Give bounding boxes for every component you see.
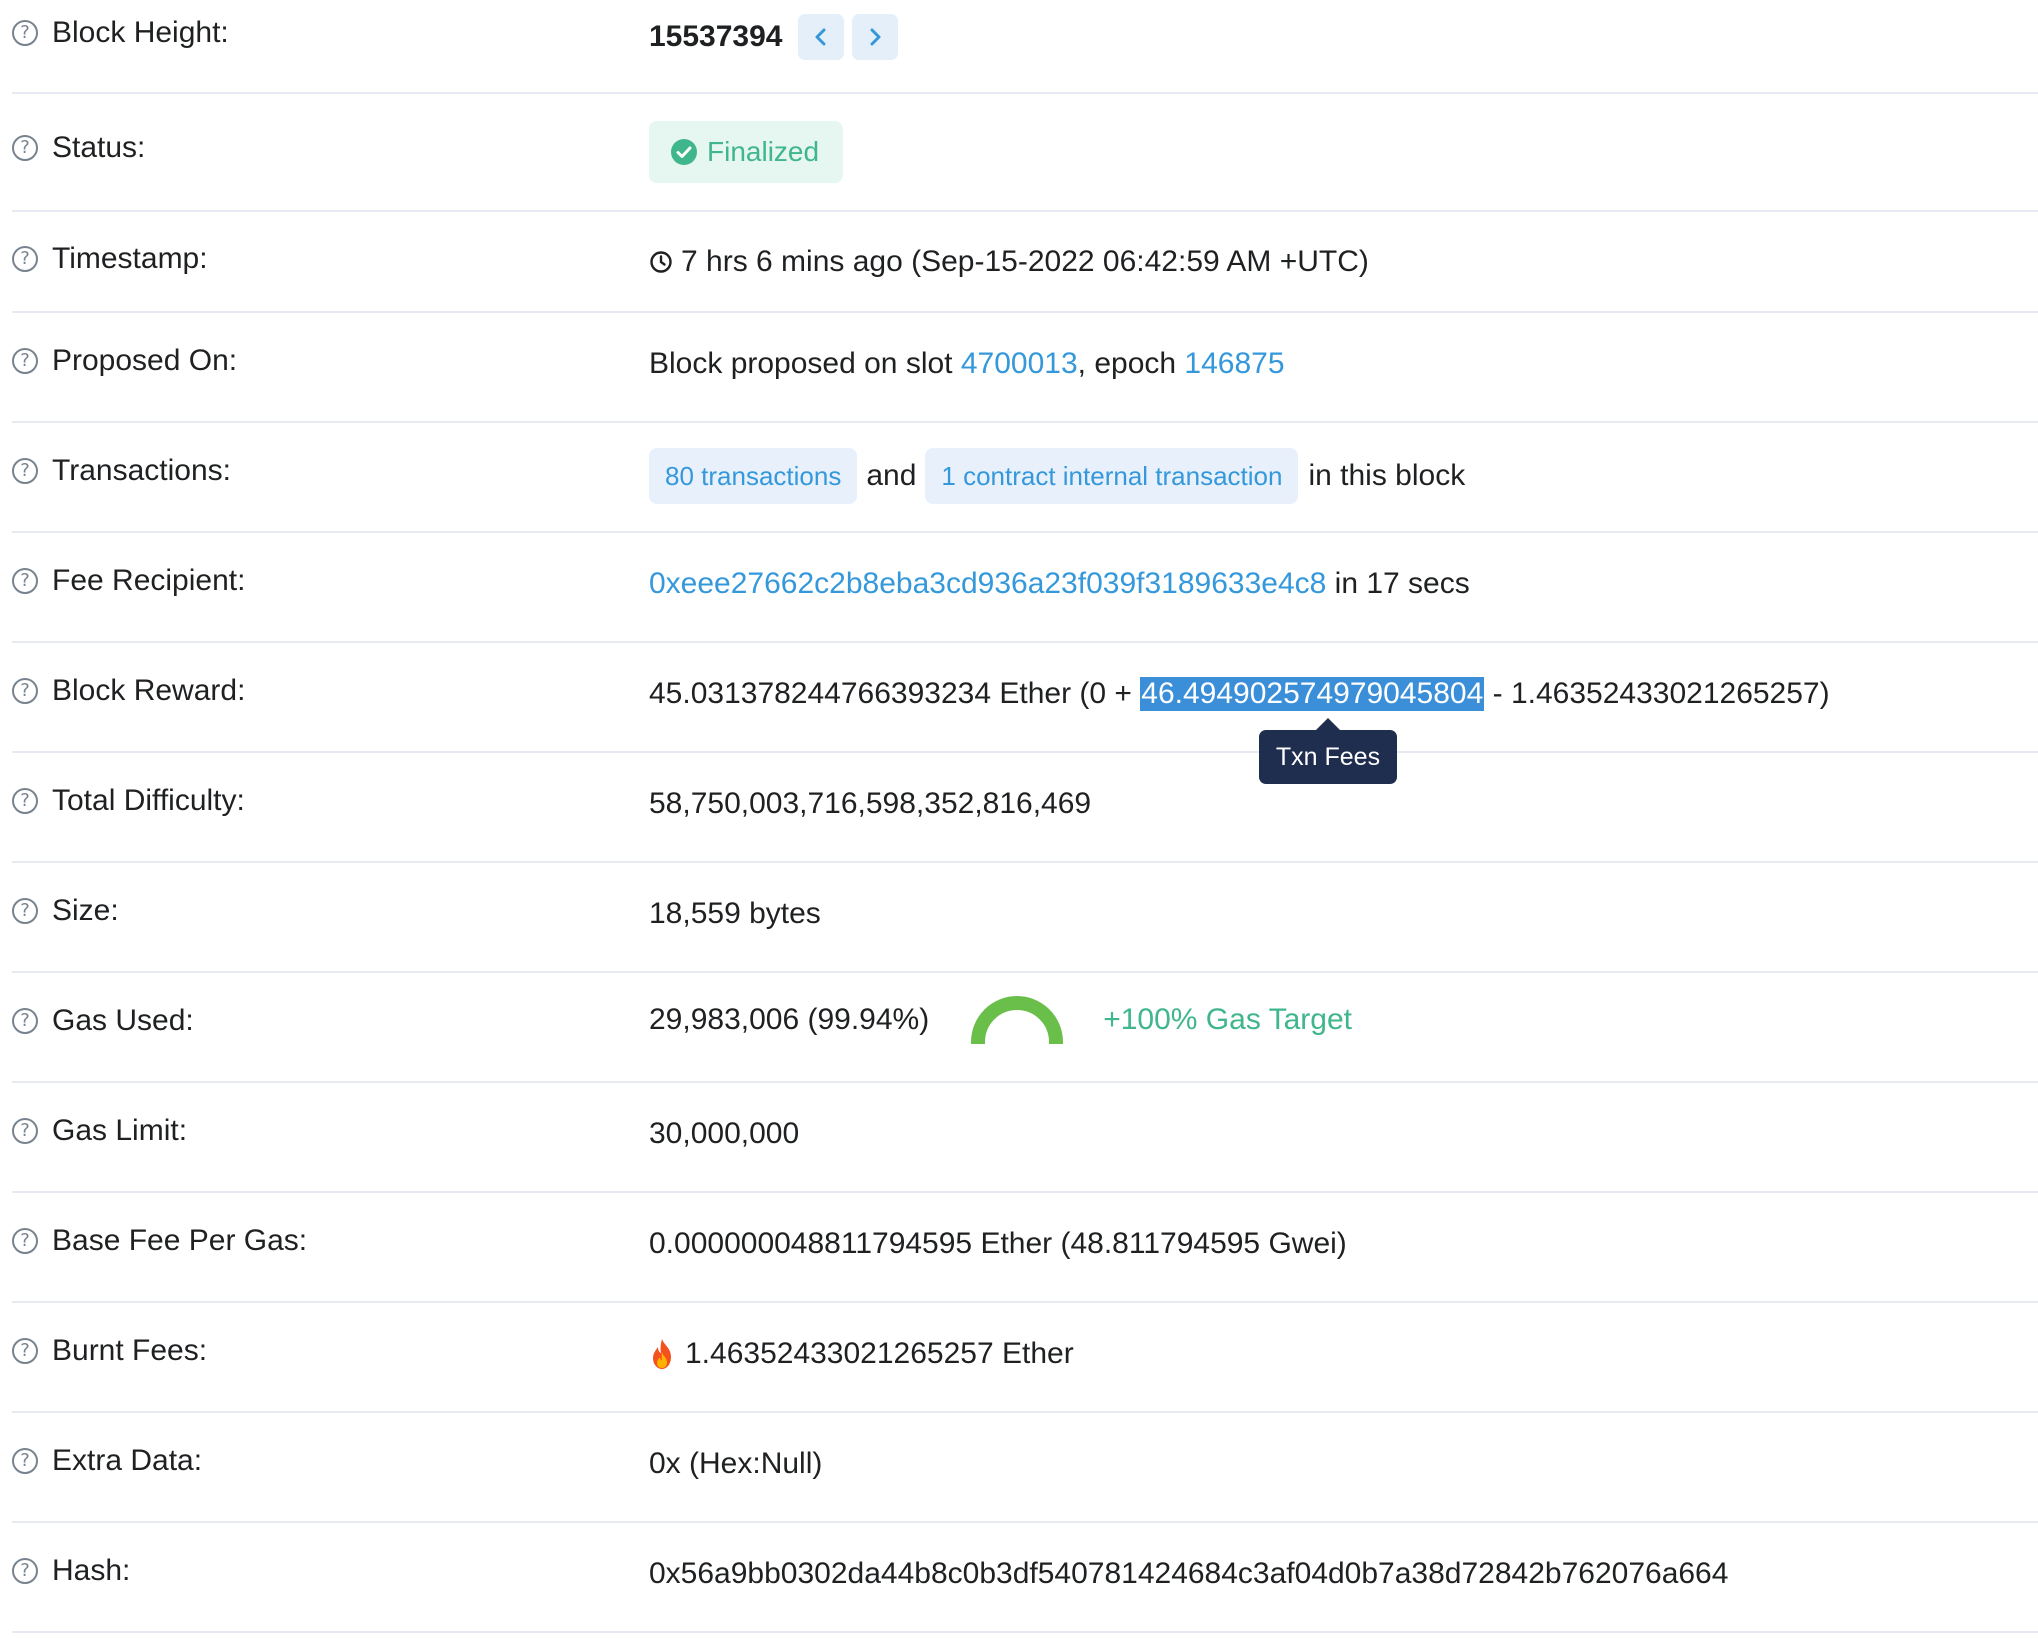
help-icon[interactable]: ?	[12, 1008, 38, 1034]
check-circle-icon	[671, 139, 697, 165]
row-total-difficulty: ? Total Difficulty: 58,750,003,716,598,3…	[12, 751, 2038, 863]
clock-icon	[650, 251, 672, 273]
help-icon[interactable]: ?	[12, 348, 38, 374]
value-extra-data: 0x (Hex:Null)	[649, 1447, 822, 1481]
help-icon[interactable]: ?	[12, 20, 38, 46]
label-timestamp: Timestamp:	[52, 242, 208, 275]
help-icon[interactable]: ?	[12, 678, 38, 704]
fee-recipient-suffix: in 17 secs	[1326, 567, 1470, 600]
value-total-difficulty: 58,750,003,716,598,352,816,469	[649, 787, 1091, 821]
row-block-reward: ? Block Reward: 45.031378244766393234 Et…	[12, 641, 2038, 753]
help-icon[interactable]: ?	[12, 246, 38, 272]
row-status: ? Status: Finalized	[12, 92, 2038, 212]
label-extra-data: Extra Data:	[52, 1444, 203, 1477]
label-status: Status:	[52, 131, 146, 164]
value-timestamp: 7 hrs 6 mins ago (Sep-15-2022 06:42:59 A…	[649, 245, 1369, 279]
help-icon[interactable]: ?	[12, 1228, 38, 1254]
row-burnt-fees: ? Burnt Fees: 1.46352433021265257 Ether	[12, 1301, 2038, 1413]
size-text: 18,559 bytes	[649, 897, 821, 930]
slot-link[interactable]: 4700013	[961, 347, 1078, 381]
label-transactions: Transactions:	[52, 454, 231, 487]
value-size: 18,559 bytes	[649, 897, 821, 931]
label-total-difficulty: Total Difficulty:	[52, 784, 245, 817]
block-reward-prefix: 45.031378244766393234 Ether (0 +	[649, 677, 1141, 710]
txn-fees-value[interactable]: 46.494902574979045804	[1140, 677, 1485, 711]
label-gas-limit: Gas Limit:	[52, 1114, 188, 1147]
burnt-fees-text: 1.46352433021265257 Ether	[685, 1337, 1074, 1370]
value-hash: 0x56a9bb0302da44b8c0b3df540781424684c3af…	[649, 1557, 1728, 1591]
label-block-reward: Block Reward:	[52, 674, 246, 707]
transactions-and: and	[866, 459, 917, 492]
value-burnt-fees: 1.46352433021265257 Ether	[649, 1337, 1074, 1371]
gas-target-text: +100% Gas Target	[1103, 1003, 1352, 1036]
value-transactions: 80 transactions and 1 contract internal …	[649, 448, 1465, 504]
proposed-middle: , epoch	[1077, 347, 1185, 380]
fire-icon	[653, 1339, 671, 1369]
label-burnt-fees: Burnt Fees:	[52, 1334, 208, 1367]
block-height-number: 15537394	[649, 20, 783, 53]
epoch-link[interactable]: 146875	[1184, 347, 1284, 381]
label-proposed-on: Proposed On:	[52, 344, 238, 377]
hash-text: 0x56a9bb0302da44b8c0b3df540781424684c3af…	[649, 1557, 1729, 1590]
status-badge: Finalized	[649, 121, 844, 183]
gas-used-text: 29,983,006 (99.94%)	[649, 1003, 930, 1036]
chevron-right-icon	[870, 28, 881, 46]
help-icon[interactable]: ?	[12, 568, 38, 594]
help-icon[interactable]: ?	[12, 135, 38, 161]
value-base-fee: 0.000000048811794595 Ether (48.811794595…	[649, 1227, 1347, 1261]
transactions-link[interactable]: 80 transactions	[649, 448, 858, 504]
help-icon[interactable]: ?	[12, 1118, 38, 1144]
gas-limit-text: 30,000,000	[649, 1117, 800, 1150]
row-size: ? Size: 18,559 bytes	[12, 861, 2038, 973]
total-difficulty-text: 58,750,003,716,598,352,816,469	[649, 787, 1092, 820]
row-gas-limit: ? Gas Limit: 30,000,000	[12, 1081, 2038, 1193]
help-icon[interactable]: ?	[12, 458, 38, 484]
value-gas-used: 29,983,006 (99.94%) +100% Gas Target	[649, 996, 1352, 1044]
status-text: Finalized	[707, 136, 820, 167]
row-fee-recipient: ? Fee Recipient: 0xeee27662c2b8eba3cd936…	[12, 531, 2038, 643]
value-status: Finalized	[649, 121, 844, 183]
label-size: Size:	[52, 894, 119, 927]
label-gas-used: Gas Used:	[52, 1004, 194, 1037]
extra-data-text: 0x (Hex:Null)	[649, 1447, 823, 1480]
base-fee-text: 0.000000048811794595 Ether (48.811794595…	[649, 1227, 1347, 1260]
row-base-fee: ? Base Fee Per Gas: 0.000000048811794595…	[12, 1191, 2038, 1303]
internal-transactions-link[interactable]: 1 contract internal transaction	[925, 448, 1299, 504]
help-icon[interactable]: ?	[12, 1338, 38, 1364]
label-block-height: Block Height:	[52, 16, 229, 49]
transactions-suffix: in this block	[1308, 459, 1466, 492]
value-block-reward: 45.031378244766393234 Ether (0 + 46.4949…	[649, 677, 1830, 711]
row-transactions: ? Transactions: 80 transactions and 1 co…	[12, 421, 2038, 533]
row-extra-data: ? Extra Data: 0x (Hex:Null)	[12, 1411, 2038, 1523]
label-base-fee: Base Fee Per Gas:	[52, 1224, 308, 1257]
gas-used-gauge	[971, 996, 1064, 1044]
proposed-prefix: Block proposed on slot	[649, 347, 961, 380]
row-gas-used: ? Gas Used: 29,983,006 (99.94%) +100% Ga…	[12, 971, 2038, 1083]
help-icon[interactable]: ?	[12, 788, 38, 814]
block-reward-suffix: - 1.46352433021265257)	[1484, 677, 1830, 710]
chevron-left-icon	[815, 28, 826, 46]
help-icon[interactable]: ?	[12, 1448, 38, 1474]
value-proposed-on: Block proposed on slot 4700013 , epoch 1…	[649, 347, 1285, 381]
value-block-height: 15537394	[649, 14, 899, 60]
value-gas-limit: 30,000,000	[649, 1117, 799, 1151]
timestamp-text: 7 hrs 6 mins ago (Sep-15-2022 06:42:59 A…	[681, 245, 1369, 278]
row-timestamp: ? Timestamp: 7 hrs 6 mins ago (Sep-15-20…	[12, 210, 2038, 313]
value-fee-recipient: 0xeee27662c2b8eba3cd936a23f039f3189633e4…	[649, 567, 1470, 601]
row-hash: ? Hash: 0x56a9bb0302da44b8c0b3df54078142…	[12, 1521, 2038, 1633]
row-block-height: ? Block Height: 15537394	[12, 0, 2038, 94]
prev-block-button[interactable]	[798, 14, 845, 60]
help-icon[interactable]: ?	[12, 1558, 38, 1584]
label-fee-recipient: Fee Recipient:	[52, 564, 246, 597]
help-icon[interactable]: ?	[12, 898, 38, 924]
fee-recipient-address-link[interactable]: 0xeee27662c2b8eba3cd936a23f039f3189633e4…	[649, 567, 1326, 601]
row-proposed-on: ? Proposed On: Block proposed on slot 47…	[12, 311, 2038, 423]
label-hash: Hash:	[52, 1554, 131, 1587]
next-block-button[interactable]	[852, 14, 899, 60]
